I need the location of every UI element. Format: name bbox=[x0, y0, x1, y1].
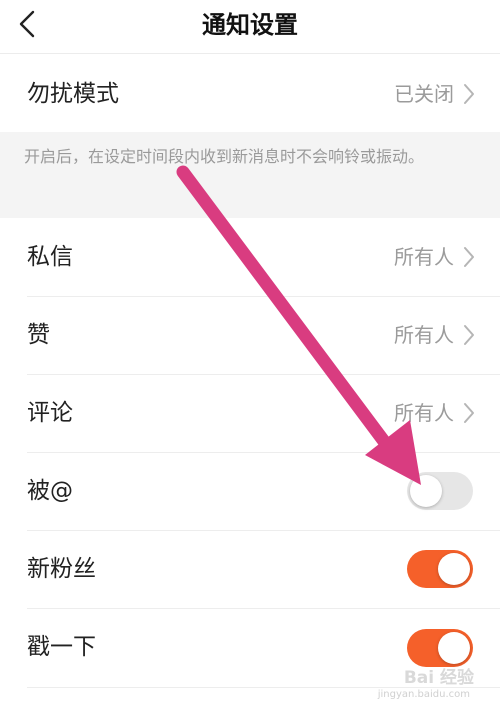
mention-toggle[interactable] bbox=[407, 472, 473, 510]
toggle-knob bbox=[438, 632, 470, 664]
notification-settings-page: 通知设置 勿扰模式 已关闭 开启后，在设定时间段内收到新消息时不会响铃或振动。 … bbox=[0, 0, 500, 702]
new-follower-toggle[interactable] bbox=[407, 550, 473, 588]
chevron-right-icon bbox=[464, 84, 474, 104]
toggle-knob bbox=[438, 553, 470, 585]
watermark-logo: Bai 经验 bbox=[403, 668, 474, 688]
toggle-knob bbox=[410, 475, 442, 507]
toggle-label: 戳一下 bbox=[27, 634, 96, 660]
toggle-label: 新粉丝 bbox=[27, 556, 96, 582]
setting-value: 所有人 bbox=[394, 245, 454, 269]
chevron-right-icon bbox=[464, 403, 474, 423]
dnd-description-block: 开启后，在设定时间段内收到新消息时不会响铃或振动。 bbox=[0, 132, 500, 218]
setting-label: 私信 bbox=[27, 244, 73, 270]
dnd-description: 开启后，在设定时间段内收到新消息时不会响铃或振动。 bbox=[24, 147, 425, 166]
chevron-right-icon bbox=[464, 247, 474, 267]
setting-value: 所有人 bbox=[394, 323, 454, 347]
likes-row[interactable]: 赞 所有人 bbox=[0, 296, 500, 374]
dnd-label: 勿扰模式 bbox=[27, 81, 119, 107]
page-title: 通知设置 bbox=[202, 11, 298, 39]
chevron-right-icon bbox=[464, 325, 474, 345]
top-bar: 通知设置 bbox=[0, 0, 500, 54]
comments-row[interactable]: 评论 所有人 bbox=[0, 374, 500, 452]
mention-row: 被@ bbox=[0, 452, 500, 530]
watermark-url: jingyan.baidu.com bbox=[377, 689, 470, 700]
dnd-row[interactable]: 勿扰模式 已关闭 bbox=[0, 55, 500, 133]
poke-toggle[interactable] bbox=[407, 629, 473, 667]
private-message-row[interactable]: 私信 所有人 bbox=[0, 218, 500, 296]
new-follower-row: 新粉丝 bbox=[0, 530, 500, 608]
setting-value: 所有人 bbox=[394, 401, 454, 425]
toggle-label: 被@ bbox=[27, 478, 73, 504]
dnd-status: 已关闭 bbox=[394, 82, 454, 106]
setting-label: 赞 bbox=[27, 322, 50, 348]
setting-label: 评论 bbox=[27, 400, 73, 426]
